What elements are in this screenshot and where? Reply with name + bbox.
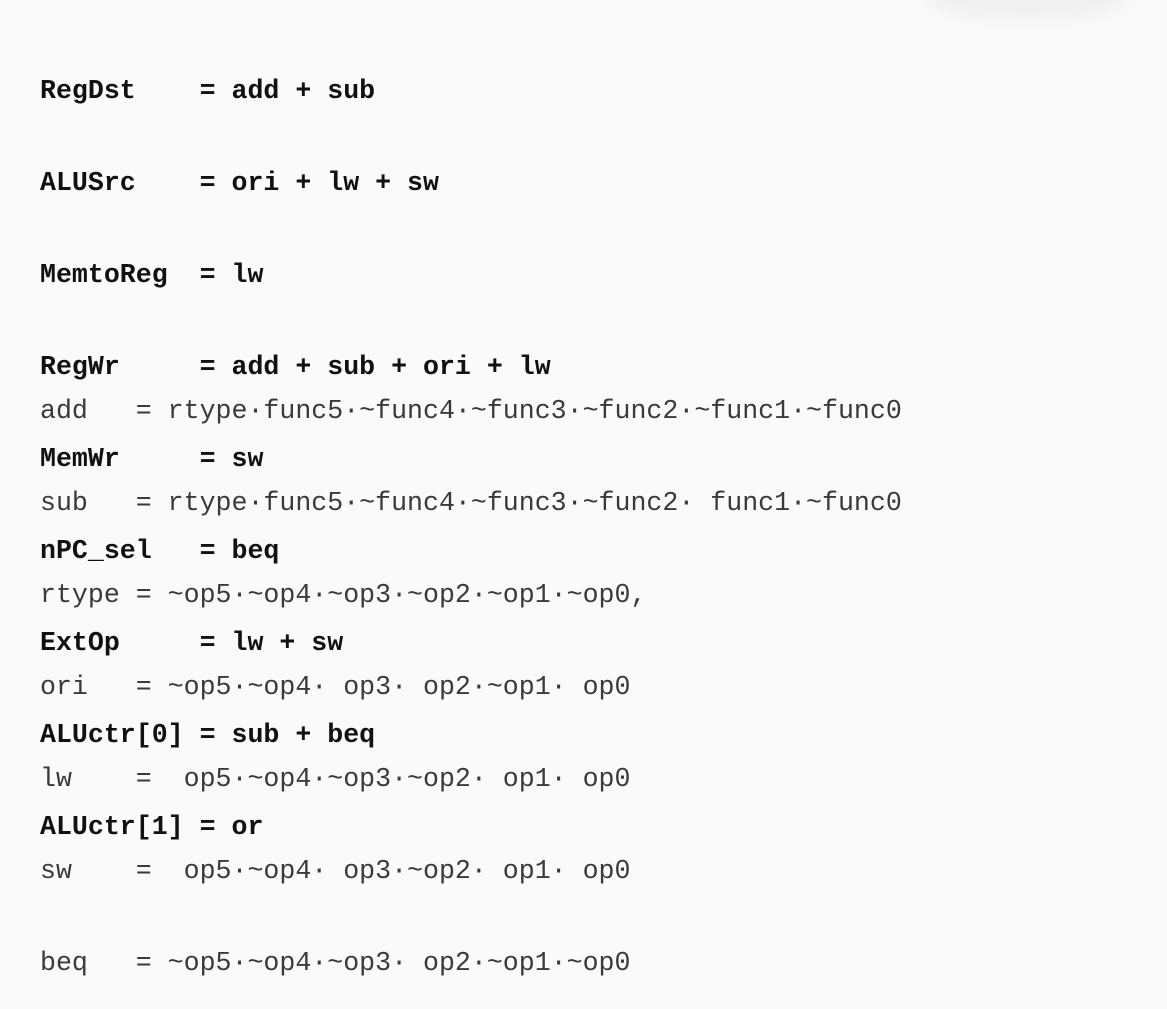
equation-memtoreg: MemtoReg = lw xyxy=(40,260,264,290)
decode-sub: sub = rtype·func5·~func4·~func3·~func2· … xyxy=(40,488,902,518)
decode-ori: ori = ~op5·~op4· op3· op2·~op1· op0 xyxy=(40,672,631,702)
equation-alusrc: ALUSrc = ori + lw + sw xyxy=(40,168,439,198)
decode-lw: lw = op5·~op4·~op3·~op2· op1· op0 xyxy=(40,764,631,794)
background-decoration xyxy=(927,0,1127,20)
decode-rtype: rtype = ~op5·~op4·~op3·~op2·~op1·~op0, xyxy=(40,580,647,610)
decode-add: add = rtype·func5·~func4·~func3·~func2·~… xyxy=(40,396,902,426)
decode-beq: beq = ~op5·~op4·~op3· op2·~op1·~op0 xyxy=(40,948,631,978)
decode-sw: sw = op5·~op4· op3·~op2· op1· op0 xyxy=(40,856,631,886)
equation-regdst: RegDst = add + sub xyxy=(40,76,376,106)
instruction-decode-equations: add = rtype·func5·~func4·~func3·~func2·~… xyxy=(40,335,902,1009)
